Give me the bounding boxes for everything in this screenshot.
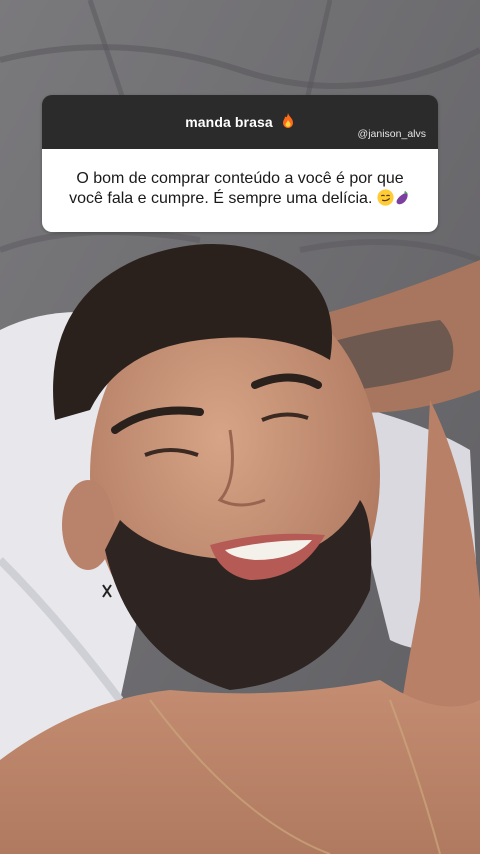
question-title: manda brasa (185, 114, 273, 130)
username-label: @janison_alvs (357, 128, 426, 140)
question-header: manda brasa @janison_alvs (42, 95, 438, 149)
question-sticker[interactable]: manda brasa @janison_alvs O bom de compr… (42, 95, 438, 232)
answer-text: O bom de comprar conteúdo a você é por q… (69, 170, 404, 207)
eggplant-emoji-icon (394, 189, 411, 212)
smirk-emoji-icon (377, 189, 394, 212)
answer-text-block: O bom de comprar conteúdo a você é por q… (58, 169, 422, 212)
answer-body: O bom de comprar conteúdo a você é por q… (42, 149, 438, 232)
fire-icon (281, 113, 295, 132)
